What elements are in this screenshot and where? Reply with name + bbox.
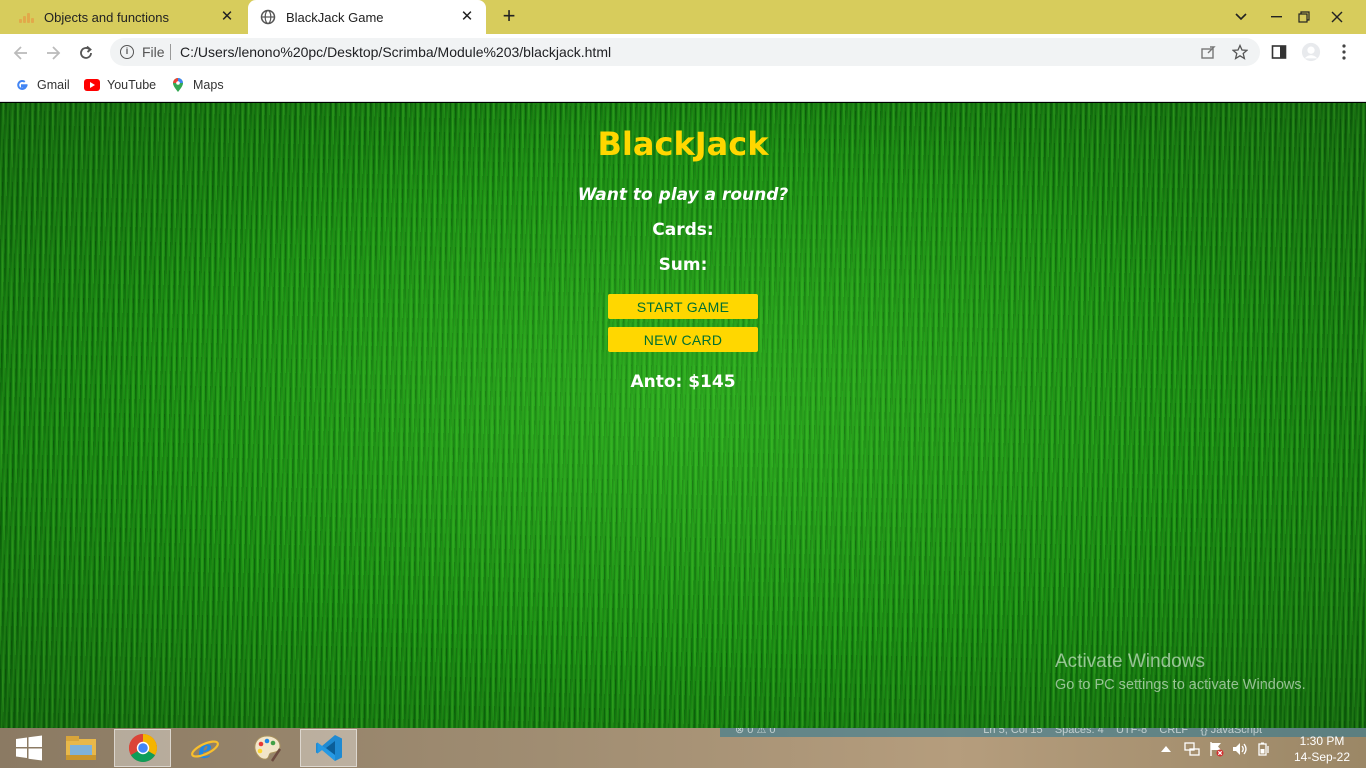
taskbar-clock[interactable]: 1:30 PM 14-Sep-22 xyxy=(1290,733,1354,765)
clock-date: 14-Sep-22 xyxy=(1293,750,1351,764)
sum-label: Sum: xyxy=(658,255,708,275)
youtube-icon xyxy=(84,77,100,93)
tab-title: BlackJack Game xyxy=(286,9,384,25)
cards-label: Cards: xyxy=(652,220,714,240)
game-title: BlackJack xyxy=(597,125,769,163)
profile-avatar-icon[interactable] xyxy=(1301,42,1321,62)
url-text[interactable]: C:/Users/lenono%20pc/Desktop/Scrimba/Mod… xyxy=(180,44,611,60)
new-tab-button[interactable]: + xyxy=(498,5,520,28)
tab-search-chevron-icon[interactable] xyxy=(1226,0,1256,34)
network-icon[interactable] xyxy=(1182,738,1202,760)
new-card-button[interactable]: NEW CARD xyxy=(608,327,758,352)
google-icon xyxy=(14,77,30,93)
paint-palette-icon xyxy=(253,735,281,762)
power-battery-icon[interactable] xyxy=(1254,738,1274,760)
file-explorer-icon xyxy=(65,736,96,760)
globe-icon xyxy=(260,9,276,25)
reload-icon[interactable] xyxy=(75,42,97,64)
action-center-flag-icon[interactable] xyxy=(1206,738,1226,760)
restore-button[interactable] xyxy=(1289,0,1319,34)
close-window-button[interactable] xyxy=(1322,0,1352,34)
forward-arrow-icon[interactable] xyxy=(42,42,64,64)
page-viewport: BlackJack Want to play a round? Cards: S… xyxy=(0,103,1366,728)
clock-time: 1:30 PM xyxy=(1299,734,1345,748)
tab-objects-and-functions[interactable]: Objects and functions ✕ xyxy=(0,0,246,34)
activation-title: Activate Windows xyxy=(1055,651,1205,672)
tab-title: Objects and functions xyxy=(44,9,170,25)
file-explorer-button[interactable] xyxy=(52,729,109,767)
bookmark-star-icon[interactable] xyxy=(1230,42,1250,62)
vscode-button[interactable] xyxy=(300,729,357,767)
maps-icon xyxy=(170,77,186,93)
show-hidden-icons-chevron-icon[interactable] xyxy=(1158,738,1174,760)
share-icon[interactable] xyxy=(1198,42,1218,62)
bookmark-gmail[interactable]: Gmail xyxy=(14,77,70,93)
vscode-status-text: ⊗ 0 ⚠ 0 Ln 5, Col 15 Spaces: 4 UTF-8 CRL… xyxy=(735,728,1263,736)
paint-button[interactable] xyxy=(238,729,295,767)
bookmark-maps[interactable]: Maps xyxy=(170,77,224,93)
bookmarks-bar: Gmail YouTube Maps xyxy=(0,70,1366,102)
start-button[interactable] xyxy=(0,729,57,767)
internet-explorer-icon: e xyxy=(190,733,219,763)
vscode-status-bar: ⊗ 0 ⚠ 0 Ln 5, Col 15 Spaces: 4 UTF-8 CRL… xyxy=(720,728,1366,737)
back-arrow-icon[interactable] xyxy=(10,42,32,64)
chrome-button[interactable] xyxy=(114,729,171,767)
bookmark-youtube[interactable]: YouTube xyxy=(84,77,156,93)
visual-studio-code-icon xyxy=(315,735,342,761)
player-balance: Anto: $145 xyxy=(630,372,736,392)
side-panel-icon[interactable] xyxy=(1269,42,1289,62)
close-tab-icon[interactable]: ✕ xyxy=(218,8,236,26)
internet-explorer-button[interactable]: e xyxy=(176,729,233,767)
bookmark-label: YouTube xyxy=(107,78,157,92)
close-tab-icon[interactable]: ✕ xyxy=(458,8,476,26)
bookmark-label: Gmail xyxy=(37,78,70,92)
windows-logo-icon xyxy=(15,735,42,761)
google-chrome-icon xyxy=(128,734,157,762)
activate-windows-watermark: Activate Windows Go to PC settings to ac… xyxy=(1055,651,1306,693)
bookmark-label: Maps xyxy=(193,78,224,92)
js-favicon-icon xyxy=(18,9,34,25)
message: Want to play a round? xyxy=(577,185,789,205)
menu-kebab-icon[interactable] xyxy=(1334,42,1354,62)
svg-text:e: e xyxy=(198,733,211,763)
address-bar[interactable]: i File C:/Users/lenono%20pc/Desktop/Scri… xyxy=(110,38,1260,66)
activation-subtitle: Go to PC settings to activate Windows. xyxy=(1055,677,1306,693)
volume-icon[interactable] xyxy=(1230,738,1250,760)
tab-strip: Objects and functions ✕ BlackJack Game ✕… xyxy=(0,0,1366,34)
scheme-label: File xyxy=(142,44,165,60)
site-info-icon[interactable]: i xyxy=(120,45,134,59)
tab-blackjack-game[interactable]: BlackJack Game ✕ xyxy=(248,0,486,34)
start-game-button[interactable]: START GAME xyxy=(608,294,758,319)
divider xyxy=(170,44,171,60)
minimize-button[interactable] xyxy=(1262,0,1292,34)
